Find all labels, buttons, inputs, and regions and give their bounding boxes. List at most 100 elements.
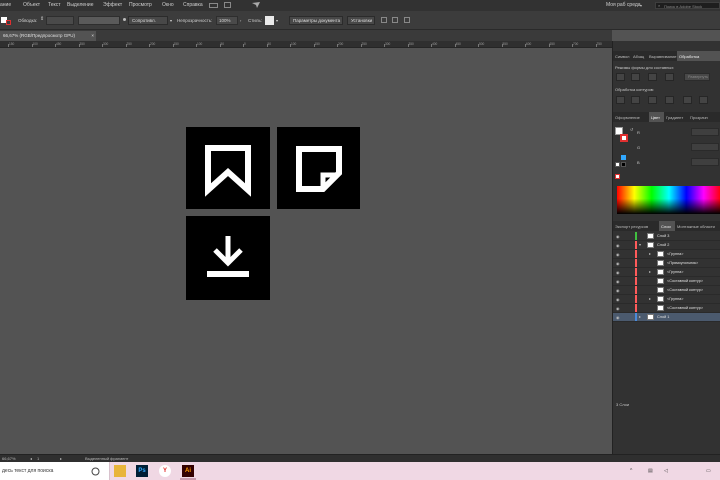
disclosure-triangle-icon[interactable]: ▸ xyxy=(649,269,651,274)
color-spectrum[interactable] xyxy=(617,186,720,214)
color-tab-0[interactable]: Оформление xyxy=(613,112,649,122)
sticky-note-tile[interactable] xyxy=(277,127,360,209)
visibility-eye-icon[interactable]: ◉ xyxy=(616,261,620,266)
notifications-icon[interactable]: ▭ xyxy=(706,468,711,474)
minus-front-icon[interactable] xyxy=(631,73,640,81)
align-icon[interactable] xyxy=(381,17,387,23)
visibility-eye-icon[interactable]: ◉ xyxy=(616,306,620,311)
layer-row[interactable]: ◉ ▸ Слой 1 xyxy=(613,313,720,322)
layer-row[interactable]: ◉ ▸ <Группа> xyxy=(613,250,720,259)
color-tab-3[interactable]: Прозрачн xyxy=(688,112,720,122)
zoom-field[interactable]: 66,67% xyxy=(2,456,16,461)
divide-icon[interactable] xyxy=(616,96,625,104)
layer-row[interactable]: ◉ <Прямоугольник> xyxy=(613,259,720,268)
canvas[interactable] xyxy=(0,48,612,454)
panel-menu-icon[interactable] xyxy=(404,17,410,23)
pathfinder-tab-1[interactable]: Абзац xyxy=(631,51,647,61)
visibility-eye-icon[interactable]: ◉ xyxy=(616,243,620,248)
stock-search-input[interactable]: ⌕ Поиск в Adobe Stock xyxy=(655,2,720,9)
prev-artboard-icon[interactable]: ◂ xyxy=(30,456,32,461)
menu-item-edit[interactable]: ание xyxy=(0,2,11,8)
gpu-icon[interactable] xyxy=(252,2,260,8)
menu-item-text[interactable]: Текст xyxy=(48,2,61,8)
document-tab[interactable]: 66,67% (RGB/Предпросмотр GPU) × xyxy=(0,31,96,41)
visibility-eye-icon[interactable]: ◉ xyxy=(616,252,620,257)
workspace-switcher[interactable]: Моя раб среда xyxy=(606,2,641,8)
yandex-browser-icon[interactable]: Y xyxy=(159,465,171,477)
intersect-icon[interactable] xyxy=(648,73,657,81)
download-tile[interactable] xyxy=(186,216,270,300)
disclosure-triangle-icon[interactable]: ▸ xyxy=(649,296,651,301)
no-color-swatch[interactable] xyxy=(615,174,620,179)
stroke-width-field[interactable] xyxy=(46,16,74,25)
brush-icon[interactable] xyxy=(224,2,231,8)
document-setup-button[interactable]: Параметры документа xyxy=(289,16,343,25)
microphone-icon[interactable] xyxy=(91,467,100,476)
file-explorer-icon[interactable] xyxy=(114,465,126,477)
none-swatch[interactable] xyxy=(615,162,620,167)
variable-width-profile[interactable] xyxy=(78,16,120,25)
visibility-eye-icon[interactable]: ◉ xyxy=(616,270,620,275)
stroke-swatch[interactable] xyxy=(6,20,11,25)
photoshop-icon[interactable]: Ps xyxy=(136,465,148,477)
color-tab-1[interactable]: Цвет xyxy=(649,112,664,122)
layers-tab-2[interactable]: Монтажные области xyxy=(675,221,720,231)
menu-item-select[interactable]: Выделение xyxy=(67,2,94,8)
visibility-eye-icon[interactable]: ◉ xyxy=(616,315,620,320)
stroke-stepper[interactable]: ⇕ xyxy=(40,16,44,22)
channel-g-field[interactable] xyxy=(691,143,719,151)
trim-icon[interactable] xyxy=(631,96,640,104)
close-icon[interactable]: × xyxy=(91,33,94,38)
outline-icon[interactable] xyxy=(683,96,692,104)
layer-row[interactable]: ◉ <Составной контур> xyxy=(613,277,720,286)
pathfinder-tab-0[interactable]: Символ xyxy=(613,51,631,61)
color-tab-2[interactable]: Градиент xyxy=(664,112,688,122)
opacity-field[interactable]: 100% xyxy=(216,16,238,25)
menu-item-effect[interactable]: Эффект xyxy=(103,2,122,8)
visibility-eye-icon[interactable]: ◉ xyxy=(616,297,620,302)
stroke-color-swatch[interactable] xyxy=(620,134,628,142)
pathfinder-tab-3[interactable]: Обработка xyxy=(677,51,720,61)
preferences-button[interactable]: Установки xyxy=(347,16,375,25)
style-swatch[interactable] xyxy=(265,16,274,25)
layer-row[interactable]: ◉ ▾ Слой 2 xyxy=(613,241,720,250)
layer-row[interactable]: ◉ ▸ <Группа> xyxy=(613,268,720,277)
visibility-eye-icon[interactable]: ◉ xyxy=(616,234,620,239)
exclude-icon[interactable] xyxy=(665,73,674,81)
layer-row[interactable]: ◉ Слой 3 xyxy=(613,232,720,241)
tray-chevron-icon[interactable]: ^ xyxy=(630,468,632,474)
minus-back-icon[interactable] xyxy=(699,96,708,104)
network-icon[interactable]: ▤ xyxy=(648,468,653,474)
layers-tab-1[interactable]: Слои xyxy=(659,221,675,231)
unite-icon[interactable] xyxy=(616,73,625,81)
black-swatch[interactable] xyxy=(621,162,626,167)
menu-item-object[interactable]: Объект xyxy=(23,2,40,8)
expand-button[interactable]: Развернуть xyxy=(684,73,710,81)
pathfinder-tab-2[interactable]: Выравнивание xyxy=(647,51,677,61)
disclosure-triangle-icon[interactable]: ▾ xyxy=(639,242,641,247)
next-artboard-icon[interactable]: ▸ xyxy=(60,456,62,461)
visibility-eye-icon[interactable]: ◉ xyxy=(616,288,620,293)
swap-colors-icon[interactable]: ↺ xyxy=(630,127,633,132)
layers-tab-0[interactable]: Экспорт ресурсов xyxy=(613,221,659,231)
horizontal-ruler[interactable]: 150 100 450 350 300 250 200 150 100 50 0 50 100 150 20… xyxy=(0,41,612,48)
layer-row[interactable]: ◉ <Составной контур> xyxy=(613,286,720,295)
layer-row[interactable]: ◉ <Составной контур> xyxy=(613,304,720,313)
channel-r-field[interactable] xyxy=(691,128,719,136)
volume-icon[interactable]: ◁ xyxy=(664,468,668,474)
disclosure-triangle-icon[interactable]: ▸ xyxy=(649,251,651,256)
channel-b-field[interactable] xyxy=(691,158,719,166)
bookmark-tile[interactable] xyxy=(186,127,270,209)
crop-icon[interactable] xyxy=(665,96,674,104)
layer-row[interactable]: ◉ ▸ <Группа> xyxy=(613,295,720,304)
menu-item-window[interactable]: Окно xyxy=(162,2,174,8)
merge-icon[interactable] xyxy=(648,96,657,104)
menu-item-view[interactable]: Просмотр xyxy=(129,2,152,8)
menu-item-help[interactable]: Справка xyxy=(183,2,203,8)
artboard-number[interactable]: 1 xyxy=(37,456,39,461)
transform-icon[interactable] xyxy=(392,17,398,23)
brush-definition-dropdown[interactable]: Сопротивл. xyxy=(128,16,168,25)
workspace-icon[interactable] xyxy=(209,3,218,8)
out-of-gamut-swatch[interactable] xyxy=(621,155,626,160)
illustrator-icon[interactable]: Ai xyxy=(182,465,194,477)
